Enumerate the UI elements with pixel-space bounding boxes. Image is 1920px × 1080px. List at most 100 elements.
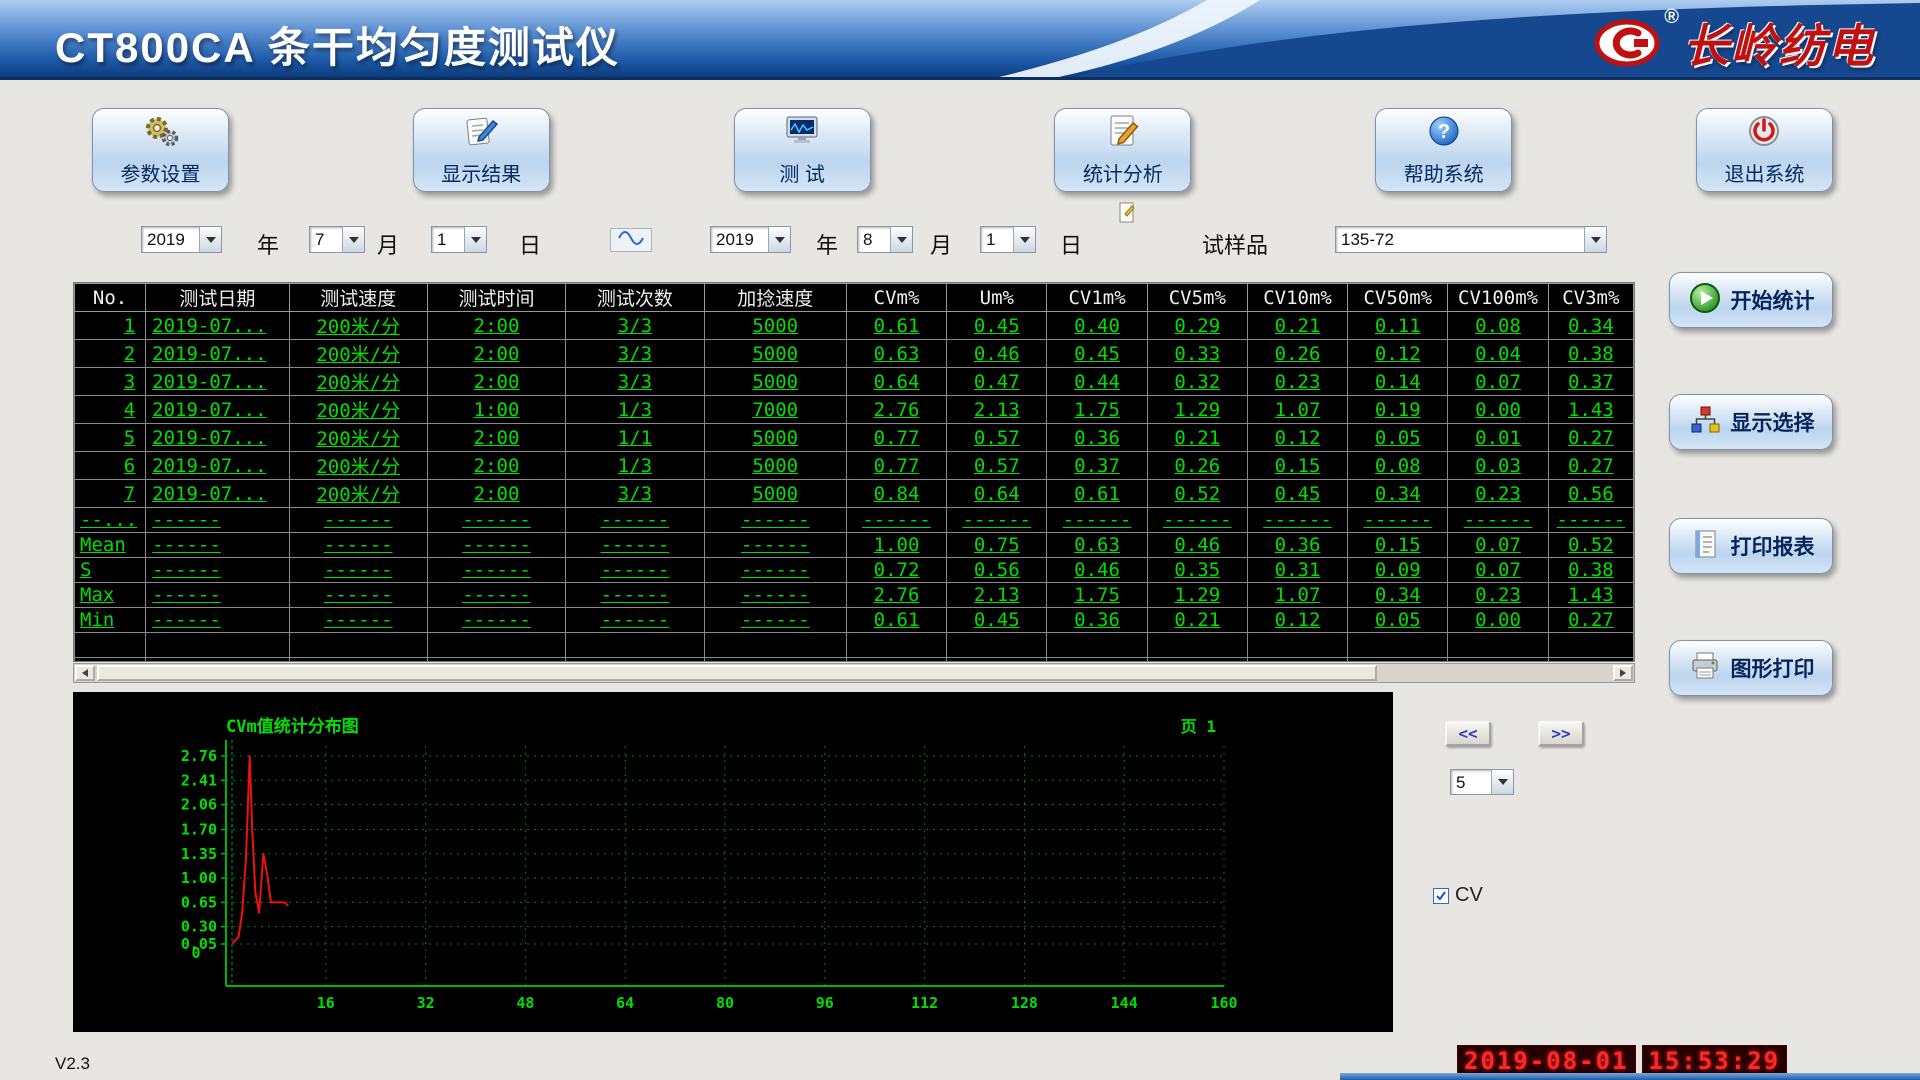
table-cell: 3/3 — [566, 312, 704, 340]
chevron-down-icon[interactable] — [1013, 227, 1035, 252]
exit-button[interactable]: 退出系统 — [1696, 108, 1833, 192]
column-header: CV1m% — [1047, 284, 1147, 312]
start-day-select[interactable]: 1 — [431, 226, 487, 253]
table-cell: 0.45 — [947, 312, 1047, 340]
chevron-down-icon[interactable] — [342, 227, 364, 252]
table-cell: 5000 — [704, 312, 846, 340]
column-header: CVm% — [846, 284, 946, 312]
table-cell: ------ — [427, 583, 565, 608]
table-row[interactable]: 12019-07...200米/分2:003/350000.610.450.40… — [75, 312, 1634, 340]
table-cell: 0.07 — [1448, 558, 1548, 583]
table-cell: 0.01 — [1448, 424, 1548, 452]
table-cell — [289, 633, 427, 658]
table-row[interactable]: --...-----------------------------------… — [75, 508, 1634, 533]
scroll-right-button[interactable] — [1613, 665, 1633, 681]
table-cell — [1147, 658, 1247, 663]
page-next-button[interactable]: >> — [1538, 721, 1584, 746]
cv-checkbox[interactable] — [1433, 888, 1449, 904]
table-cell: ------ — [704, 508, 846, 533]
end-month-label: 月 — [930, 228, 952, 260]
chevron-down-icon[interactable] — [1491, 770, 1513, 794]
table-row[interactable]: 32019-07...200米/分2:003/350000.640.470.44… — [75, 368, 1634, 396]
table-cell: 3 — [75, 368, 146, 396]
table-row[interactable]: 22019-07...200米/分2:003/350000.630.460.45… — [75, 340, 1634, 368]
table-row[interactable]: S------------------------------0.720.560… — [75, 558, 1634, 583]
settings-button[interactable]: 参数设置 — [92, 108, 229, 192]
clipboard-pencil-icon[interactable] — [1117, 200, 1137, 231]
table-cell: 0.15 — [1247, 452, 1347, 480]
table-cell: 0.19 — [1348, 396, 1448, 424]
table-cell: 0.46 — [1147, 533, 1247, 558]
table-cell: ------ — [427, 508, 565, 533]
start-year-select[interactable]: 2019 — [141, 226, 222, 253]
table-row[interactable]: 52019-07...200米/分2:001/150000.770.570.36… — [75, 424, 1634, 452]
table-cell: 2.13 — [947, 396, 1047, 424]
date-range-button[interactable] — [610, 228, 652, 252]
table-cell: 6 — [75, 452, 146, 480]
table-row[interactable] — [75, 633, 1634, 658]
print-report-button[interactable]: 打印报表 — [1669, 518, 1833, 574]
column-header: 测试速度 — [289, 284, 427, 312]
chevron-down-icon[interactable] — [768, 227, 790, 252]
statistics-button[interactable]: 统计分析 — [1054, 108, 1191, 192]
display-select-button[interactable]: 显示选择 — [1669, 394, 1833, 450]
start-month-label: 月 — [377, 228, 399, 260]
table-cell: 0.23 — [1448, 583, 1548, 608]
table-row[interactable]: Min------------------------------0.610.4… — [75, 608, 1634, 633]
table-cell: 0.26 — [1147, 452, 1247, 480]
table-row[interactable]: 72019-07...200米/分2:003/350000.840.640.61… — [75, 480, 1634, 508]
table-cell: 0.05 — [1348, 608, 1448, 633]
test-button[interactable]: 测 试 — [734, 108, 871, 192]
graphic-print-button[interactable]: 图形打印 — [1669, 640, 1833, 696]
print-report-label: 打印报表 — [1731, 531, 1815, 561]
end-day-select[interactable]: 1 — [980, 226, 1036, 253]
show-results-button[interactable]: 显示结果 — [413, 108, 550, 192]
table-cell: 2.13 — [947, 583, 1047, 608]
end-month-select[interactable]: 8 — [857, 226, 913, 253]
page-size-value: 5 — [1451, 770, 1491, 794]
page-size-select[interactable]: 5 — [1450, 769, 1514, 795]
table-cell: 0.61 — [846, 312, 946, 340]
table-cell: ------ — [566, 533, 704, 558]
table-cell: ------ — [704, 533, 846, 558]
table-cell: 0.63 — [846, 340, 946, 368]
table-cell: ------ — [427, 558, 565, 583]
page-previous-button[interactable]: << — [1445, 721, 1491, 746]
table-row[interactable]: 62019-07...200米/分2:001/350000.770.570.37… — [75, 452, 1634, 480]
table-cell: 1.43 — [1548, 396, 1633, 424]
scrollbar-thumb[interactable] — [97, 665, 1377, 681]
table-cell: 200米/分 — [289, 368, 427, 396]
table-row[interactable] — [75, 658, 1634, 663]
help-button[interactable]: ? 帮助系统 — [1375, 108, 1512, 192]
table-row[interactable]: 42019-07...200米/分1:001/370002.762.131.75… — [75, 396, 1634, 424]
table-cell: 0.32 — [1147, 368, 1247, 396]
table-cell: 2:00 — [427, 480, 565, 508]
start-month-select[interactable]: 7 — [309, 226, 365, 253]
bottom-edge-decoration — [1340, 1073, 1920, 1080]
table-row[interactable]: Max------------------------------2.762.1… — [75, 583, 1634, 608]
end-year-select[interactable]: 2019 — [710, 226, 791, 253]
end-year-label: 年 — [816, 228, 838, 260]
chevron-down-icon[interactable] — [199, 227, 221, 252]
sample-select[interactable]: 135-72 — [1335, 226, 1607, 253]
table-cell: 2019-07... — [146, 312, 289, 340]
chevron-down-icon[interactable] — [464, 227, 486, 252]
chevron-down-icon[interactable] — [1584, 227, 1606, 252]
table-cell: 200米/分 — [289, 452, 427, 480]
table-cell: 2 — [75, 340, 146, 368]
table-cell: 1.00 — [846, 533, 946, 558]
table-cell: ------ — [704, 558, 846, 583]
table-cell: 200米/分 — [289, 480, 427, 508]
table-row[interactable]: Mean------------------------------1.000.… — [75, 533, 1634, 558]
scroll-left-button[interactable] — [75, 665, 95, 681]
chevron-down-icon[interactable] — [890, 227, 912, 252]
table-cell: ------ — [1147, 508, 1247, 533]
start-statistics-button[interactable]: 开始统计 — [1669, 272, 1833, 328]
table-cell: 0.37 — [1548, 368, 1633, 396]
table-cell: 0.21 — [1147, 424, 1247, 452]
table-horizontal-scrollbar[interactable] — [73, 663, 1635, 683]
table-cell — [1448, 633, 1548, 658]
table-cell: 0.07 — [1448, 368, 1548, 396]
table-cell: 200米/分 — [289, 312, 427, 340]
table-cell — [947, 633, 1047, 658]
